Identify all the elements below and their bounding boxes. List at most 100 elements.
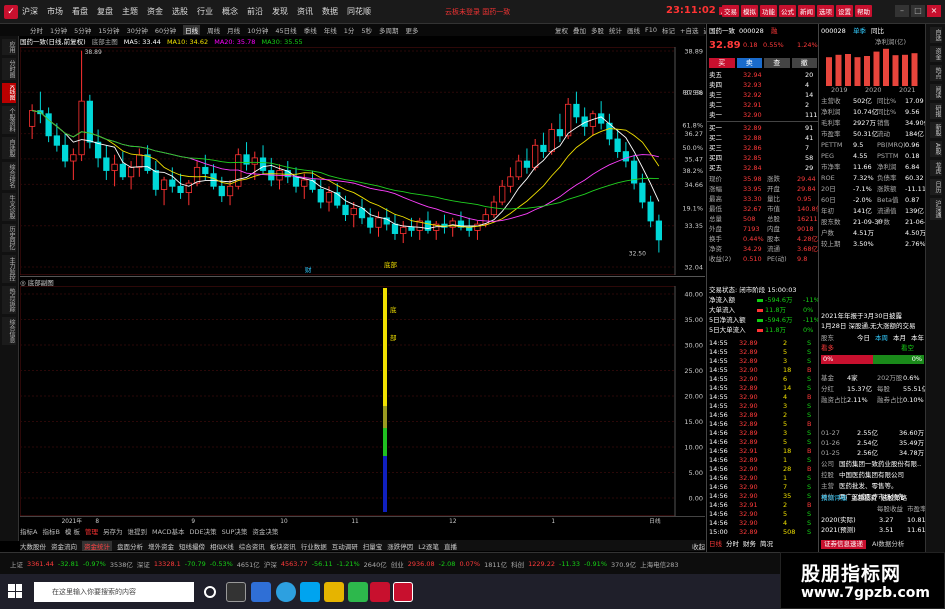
top-tag[interactable]: 模拟 (741, 5, 758, 17)
menu-item[interactable]: 资讯 (297, 6, 313, 17)
menu-item[interactable]: 复盘 (97, 6, 113, 17)
close-icon[interactable]: × (927, 5, 941, 17)
info-tab-season[interactable]: 单季 (853, 27, 866, 36)
period-tab[interactable]: 15分钟 (98, 25, 119, 35)
chart-tool[interactable]: 复权 (555, 25, 568, 35)
top-tag[interactable]: 交易 (722, 5, 739, 17)
menu-item[interactable]: 概念 (222, 6, 238, 17)
mail-icon[interactable] (300, 582, 320, 602)
info-tab[interactable]: 资金统计 (82, 540, 112, 551)
announcement[interactable]: 2021年年报于3月30日披露 (821, 312, 923, 321)
sentiment-period[interactable]: 本年 (911, 334, 924, 343)
period-tab[interactable]: 多周期 (379, 25, 399, 35)
trade-button[interactable]: 查 (764, 58, 790, 68)
info-tab-yoy[interactable]: 同比 (871, 27, 884, 36)
info-tab[interactable]: 直播 (444, 541, 457, 551)
candlestick-chart[interactable]: 38.8937.5836.2735.4734.6633.3532.0480.9%… (20, 47, 705, 275)
sentiment-period[interactable]: 本月 (893, 334, 906, 343)
chart-tool[interactable]: 多股 (591, 25, 604, 35)
period-tab[interactable]: 1分 (344, 25, 355, 35)
ths-app-icon[interactable] (370, 582, 390, 602)
left-strip-item[interactable]: 历史回忆 (2, 223, 16, 252)
period-tab[interactable]: 5分钟 (74, 25, 91, 35)
top-tag[interactable]: 设置 (836, 5, 853, 17)
indicator-tab[interactable]: 模 板 (65, 526, 80, 536)
info-tab[interactable]: 互动调研 (332, 541, 358, 551)
period-tab[interactable]: 周线 (207, 25, 220, 35)
trade-button[interactable]: 卖 (736, 58, 762, 68)
info-footer-tab[interactable]: AI数据分析 (872, 540, 904, 549)
indicator-tab[interactable]: 指标A (20, 526, 37, 536)
indicator-tab[interactable]: SUP决策 (222, 526, 248, 536)
task-view-icon[interactable] (226, 582, 246, 602)
indicator-tab[interactable]: 管理 (85, 526, 98, 536)
quote-footer-tab[interactable]: 简况 (760, 540, 773, 549)
info-tab[interactable]: 板块资讯 (270, 541, 296, 551)
period-tab[interactable]: 季线 (304, 25, 317, 35)
period-tab[interactable]: 30分钟 (127, 25, 148, 35)
period-tab[interactable]: 月线 (227, 25, 240, 35)
left-strip-item[interactable]: 综合信息 (2, 316, 16, 345)
info-tab[interactable]: 盘面分析 (117, 541, 143, 551)
menu-item[interactable]: 市场 (47, 6, 63, 17)
top-tag[interactable]: 帮助 (855, 5, 872, 17)
chart-tool[interactable]: 叠加 (573, 25, 586, 35)
indicator-tab[interactable]: 另存为 (103, 526, 123, 536)
folder-icon[interactable] (324, 582, 344, 602)
indicator-name[interactable]: 底部主图 (92, 38, 118, 46)
period-tab[interactable]: 45日线 (275, 25, 296, 35)
left-strip-item[interactable]: 自选股 (2, 136, 16, 159)
info-tab[interactable]: 大数股份 (20, 541, 46, 551)
maximize-icon[interactable]: □ (911, 5, 925, 17)
right-strip-item[interactable]: 沪深通 (930, 197, 942, 220)
chart-tool[interactable]: +自选 (680, 25, 698, 35)
info-tab[interactable]: 短线撮傍 (179, 541, 205, 551)
info-tab[interactable]: 行业数据 (301, 541, 327, 551)
announcement-2[interactable]: 1月28日 深股通,无大涨额的交易 (821, 322, 923, 331)
sentiment-period[interactable]: 本周 (875, 334, 888, 343)
research-link[interactable]: 主题投资 (851, 494, 877, 503)
left-strip-item[interactable]: 主力监控 (2, 254, 16, 283)
chart-tool[interactable]: 统计 (609, 25, 622, 35)
minimize-icon[interactable]: – (895, 5, 909, 17)
menu-item[interactable]: 前沿 (247, 6, 263, 17)
collapse-button[interactable]: 收起 (692, 541, 705, 551)
sentiment-period[interactable]: 今日 (857, 334, 870, 343)
ths-app2-icon[interactable] (393, 582, 413, 602)
period-tab[interactable]: 年线 (324, 25, 337, 35)
menu-item[interactable]: 资金 (147, 6, 163, 17)
menu-item[interactable]: 发现 (272, 6, 288, 17)
left-strip-item[interactable]: 个股资料 (2, 105, 16, 134)
info-tab[interactable]: 相似K线 (210, 541, 234, 551)
edge-icon[interactable] (276, 582, 296, 602)
top-tag[interactable]: 功能 (760, 5, 777, 17)
menu-item[interactable]: 看盘 (72, 6, 88, 17)
right-strip-item[interactable]: 日历 (930, 178, 942, 195)
left-strip-item[interactable]: 热点追踪 (2, 285, 16, 314)
research-link[interactable]: 预测评级 (821, 494, 847, 503)
menu-item[interactable]: 同花顺 (347, 6, 371, 17)
menu-item[interactable]: 行业 (197, 6, 213, 17)
menu-item[interactable]: 主题 (122, 6, 138, 17)
right-strip-item[interactable]: 热点 (930, 65, 942, 81)
chart-tool[interactable]: 画线 (627, 25, 640, 35)
top-tag[interactable]: 新闻 (798, 5, 815, 17)
period-tab[interactable]: 1分钟 (50, 25, 67, 35)
period-tab[interactable]: 更多 (405, 25, 418, 35)
left-strip-item[interactable]: 牛叉诊股 (2, 192, 16, 221)
right-strip-item[interactable]: 阅读 (930, 84, 942, 100)
right-strip-item[interactable]: AI股 (930, 141, 942, 157)
sub-indicator-chart[interactable]: 40.00 35.00 30.00 25.00 20.00 15.00 10.00 5.00 0… (20, 286, 705, 516)
left-strip-item[interactable]: 应用 (2, 39, 16, 55)
windows-start-icon[interactable] (8, 584, 22, 598)
indicator-tab[interactable]: 资金决策 (252, 526, 278, 536)
info-tab[interactable]: 扫量宝 (363, 541, 383, 551)
menu-item[interactable]: 选股 (172, 6, 188, 17)
indicator-tab[interactable]: 指标B (42, 526, 59, 536)
right-strip-item[interactable]: 新股 (930, 122, 942, 138)
period-tab[interactable]: 10分钟 (247, 25, 268, 35)
wechat-icon[interactable] (348, 582, 368, 602)
trade-button[interactable]: 买 (709, 58, 735, 68)
info-tab[interactable]: L2逐笔 (418, 541, 439, 551)
left-strip-item[interactable]: 综合排名 (2, 161, 16, 190)
